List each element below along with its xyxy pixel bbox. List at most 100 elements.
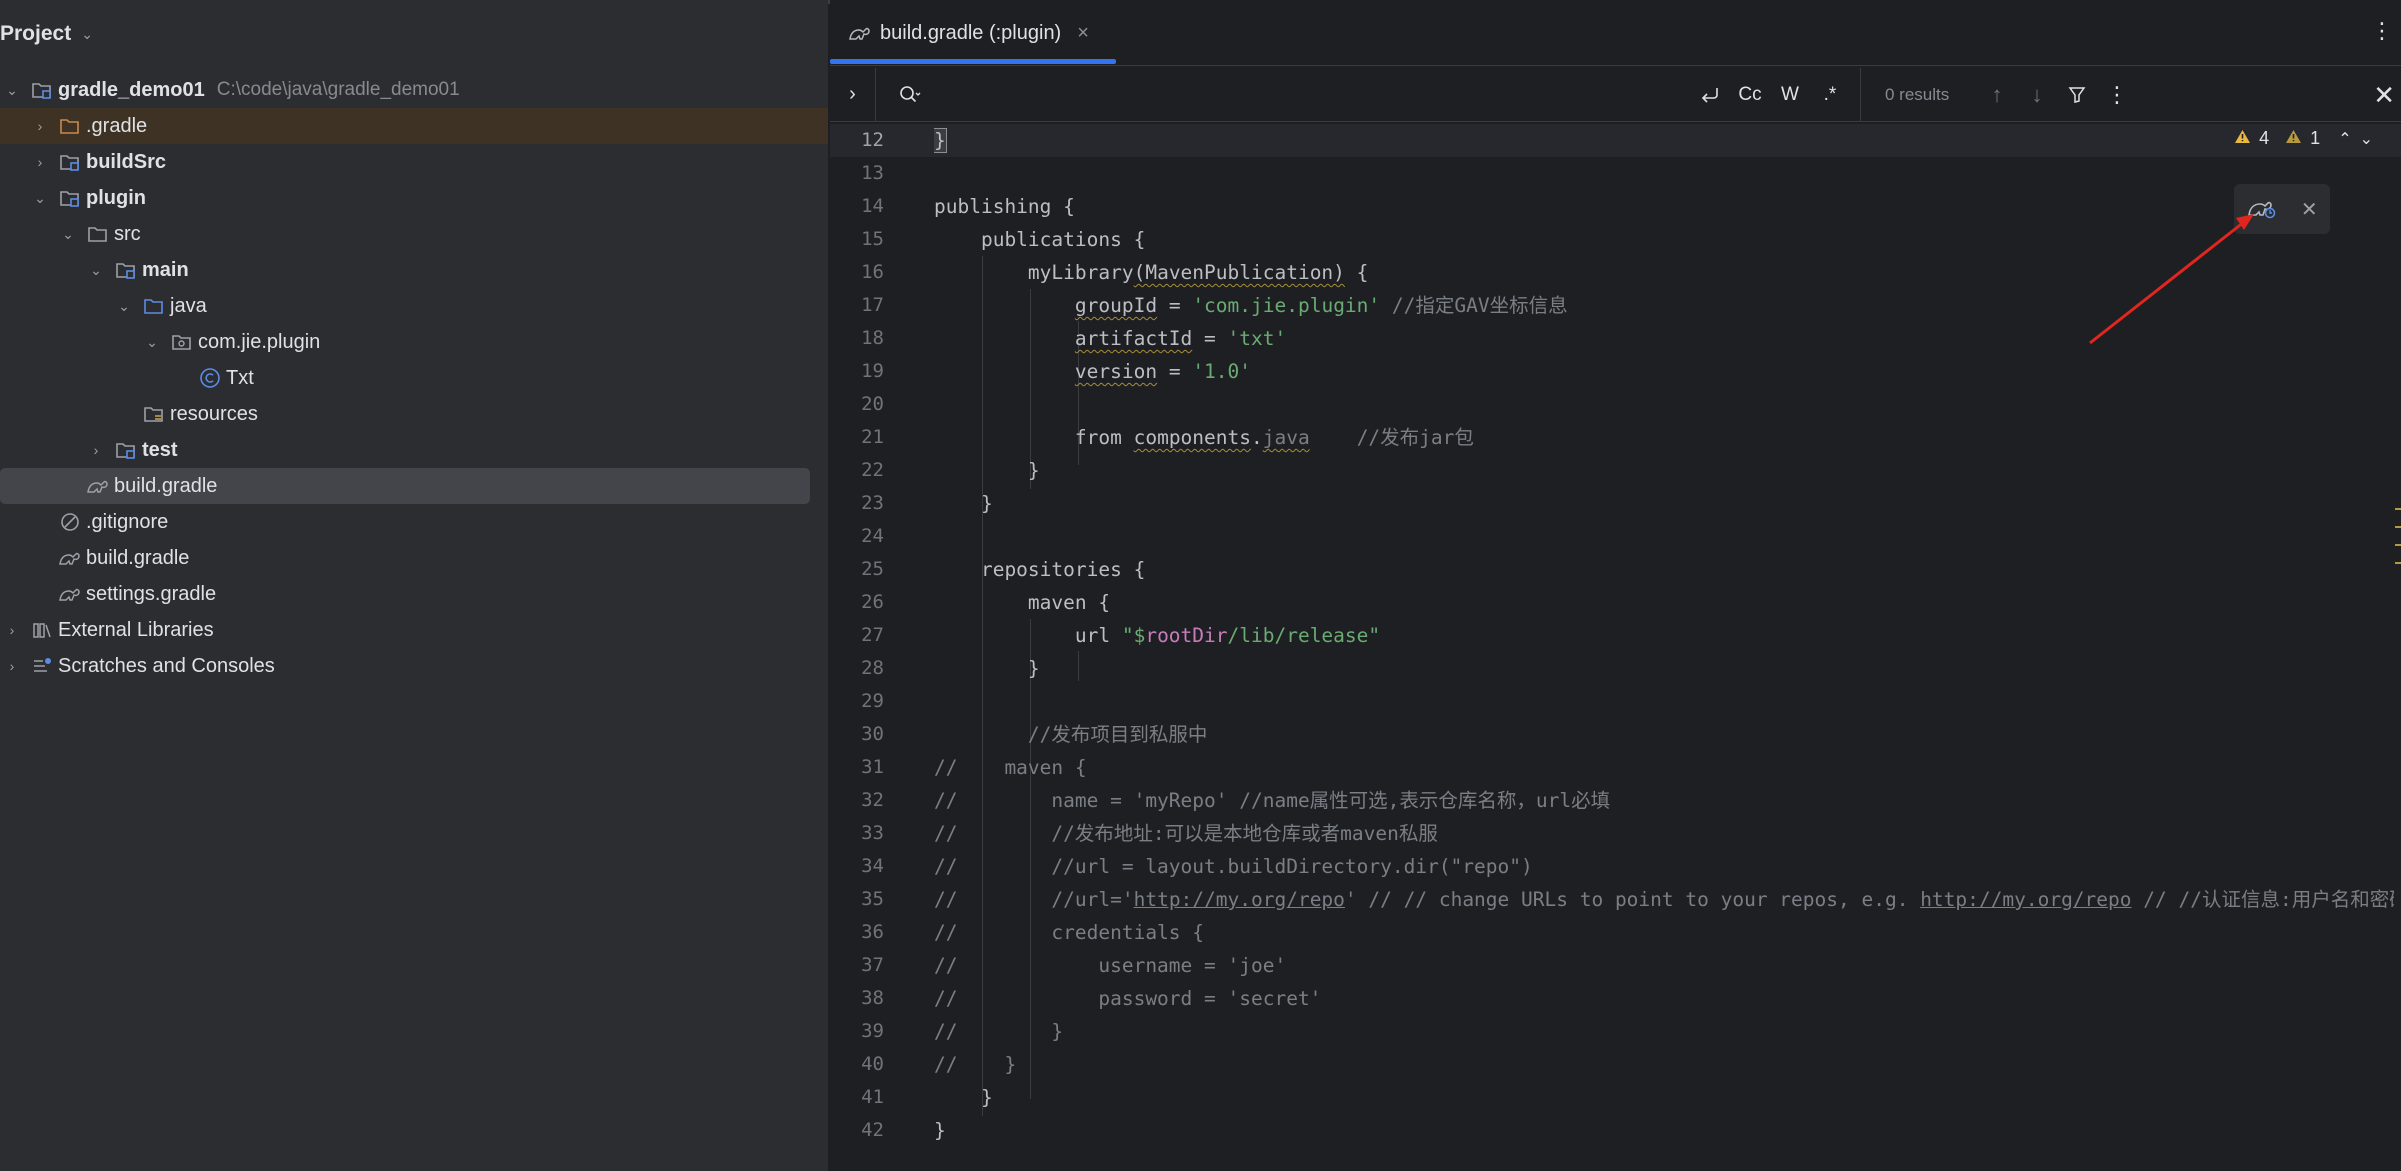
line-number[interactable]: 41	[830, 1081, 914, 1114]
line-number[interactable]: 34	[830, 850, 914, 883]
line-number[interactable]: 27	[830, 619, 914, 652]
chevron-down-icon[interactable]: ⌄	[114, 298, 134, 315]
line-number[interactable]: 15	[830, 223, 914, 256]
match-case-button[interactable]: Cc	[1730, 75, 1770, 115]
arrow-up-icon[interactable]: ↑	[1977, 82, 2017, 108]
line-number[interactable]: 21	[830, 421, 914, 454]
chevron-down-icon[interactable]: ⌄	[58, 226, 78, 243]
line-number[interactable]: 37	[830, 949, 914, 982]
search-icon[interactable]	[896, 81, 924, 109]
code-line[interactable]: // maven {	[934, 751, 2394, 784]
inspections-widget[interactable]: 4 1 ⌃ ⌄	[2234, 128, 2373, 149]
tree-item-gitignore[interactable]: .gitignore	[0, 504, 812, 540]
code-line[interactable]: publications {	[934, 223, 2394, 256]
code-line[interactable]: repositories {	[934, 553, 2394, 586]
line-number[interactable]: 28	[830, 652, 914, 685]
chevron-right-icon[interactable]: ›	[86, 442, 106, 458]
chevron-down-icon[interactable]: ⌄	[30, 190, 50, 207]
scrollbar-warning-mark[interactable]	[2395, 508, 2401, 510]
tree-item-test[interactable]: › test	[0, 432, 812, 468]
tree-item-src[interactable]: ⌄ src	[0, 216, 812, 252]
scrollbar-warning-mark[interactable]	[2395, 526, 2401, 528]
code-line[interactable]: }	[934, 124, 2394, 157]
code-line[interactable]: // username = 'joe'	[934, 949, 2394, 982]
code-line[interactable]: groupId = 'com.jie.plugin' //指定GAV坐标信息	[934, 289, 2394, 322]
project-view-selector[interactable]: Project ⌄	[0, 14, 93, 54]
code-line[interactable]: }	[934, 454, 2394, 487]
code-line[interactable]: }	[934, 1114, 2394, 1147]
line-number[interactable]: 25	[830, 553, 914, 586]
line-number[interactable]: 39	[830, 1015, 914, 1048]
line-number[interactable]: 32	[830, 784, 914, 817]
filter-icon[interactable]	[2057, 86, 2097, 104]
arrow-down-icon[interactable]: ↓	[2017, 82, 2057, 108]
line-number[interactable]: 14	[830, 190, 914, 223]
code-line[interactable]: }	[934, 652, 2394, 685]
code-line[interactable]: from components.java //发布jar包	[934, 421, 2394, 454]
line-number[interactable]: 26	[830, 586, 914, 619]
close-icon[interactable]: ✕	[2301, 197, 2318, 222]
more-vertical-icon[interactable]: ⋮	[2097, 82, 2137, 108]
code-line[interactable]: // //发布地址:可以是本地仓库或者maven私服	[934, 817, 2394, 850]
code-line[interactable]: url "$rootDir/lib/release"	[934, 619, 2394, 652]
chevron-right-icon[interactable]: ›	[830, 67, 876, 122]
code-line[interactable]: // }	[934, 1048, 2394, 1081]
line-number[interactable]: 38	[830, 982, 914, 1015]
chevron-right-icon[interactable]: ›	[2, 658, 22, 674]
code-area[interactable]: } publishing { publications { myLibrary(M…	[934, 124, 2394, 1147]
code-line[interactable]	[934, 157, 2394, 190]
gradle-reload-icon[interactable]	[2246, 195, 2276, 224]
code-line[interactable]: artifactId = 'txt'	[934, 322, 2394, 355]
code-line[interactable]: }	[934, 487, 2394, 520]
chevron-up-icon[interactable]: ⌃	[2338, 129, 2351, 149]
line-number[interactable]: 33	[830, 817, 914, 850]
chevron-down-icon[interactable]: ⌄	[2, 82, 22, 99]
code-line[interactable]: }	[934, 1081, 2394, 1114]
code-line[interactable]: //发布项目到私服中	[934, 718, 2394, 751]
line-number[interactable]: 17	[830, 289, 914, 322]
tree-item-buildsrc[interactable]: › buildSrc	[0, 144, 812, 180]
line-number[interactable]: 30	[830, 718, 914, 751]
tab-build-gradle-plugin[interactable]: build.gradle (:plugin) ×	[830, 0, 1116, 66]
line-number[interactable]: 20	[830, 388, 914, 421]
line-number[interactable]: 18	[830, 322, 914, 355]
more-vertical-icon[interactable]: ⋮	[2371, 18, 2393, 44]
tree-item-gradle-demo01[interactable]: ⌄ gradle_demo01 C:\code\java\gradle_demo…	[0, 72, 812, 108]
code-line[interactable]	[934, 388, 2394, 421]
regex-button[interactable]: .*	[1810, 75, 1850, 115]
code-line[interactable]: version = '1.0'	[934, 355, 2394, 388]
chevron-down-icon[interactable]: ⌄	[81, 26, 93, 43]
code-line[interactable]	[934, 520, 2394, 553]
tree-item-txt-class[interactable]: Txt	[0, 360, 812, 396]
line-number[interactable]: 12	[830, 124, 914, 157]
line-number[interactable]: 35	[830, 883, 914, 916]
chevron-down-icon[interactable]: ⌄	[86, 262, 106, 279]
tree-item-resources[interactable]: resources	[0, 396, 812, 432]
code-line[interactable]: // name = 'myRepo' //name属性可选,表示仓库名称，url…	[934, 784, 2394, 817]
close-icon[interactable]: ×	[1077, 22, 1089, 45]
scrollbar-warning-mark[interactable]	[2395, 544, 2401, 546]
tree-item-main[interactable]: ⌄ main	[0, 252, 812, 288]
line-number[interactable]: 22	[830, 454, 914, 487]
line-number[interactable]: 24	[830, 520, 914, 553]
code-line[interactable]: // }	[934, 1015, 2394, 1048]
tree-item-scratches[interactable]: › Scratches and Consoles	[0, 648, 812, 684]
code-line[interactable]: // credentials {	[934, 916, 2394, 949]
tree-item-settings-gradle[interactable]: settings.gradle	[0, 576, 812, 612]
code-line[interactable]: maven {	[934, 586, 2394, 619]
line-number[interactable]: 13	[830, 157, 914, 190]
code-line[interactable]: publishing {	[934, 190, 2394, 223]
tree-item-external-libraries[interactable]: › External Libraries	[0, 612, 812, 648]
line-number[interactable]: 16	[830, 256, 914, 289]
scrollbar-warning-mark[interactable]	[2395, 562, 2401, 564]
code-line[interactable]	[934, 685, 2394, 718]
line-number[interactable]: 42	[830, 1114, 914, 1147]
chevron-right-icon[interactable]: ›	[2, 622, 22, 638]
line-number[interactable]: 40	[830, 1048, 914, 1081]
tree-item-package[interactable]: ⌄ com.jie.plugin	[0, 324, 812, 360]
search-input[interactable]	[930, 74, 1690, 115]
line-number[interactable]: 29	[830, 685, 914, 718]
tree-item-plugin[interactable]: ⌄ plugin	[0, 180, 812, 216]
code-line[interactable]: // //url='http://my.org/repo' // // chan…	[934, 883, 2394, 916]
code-line[interactable]: myLibrary(MavenPublication) {	[934, 256, 2394, 289]
